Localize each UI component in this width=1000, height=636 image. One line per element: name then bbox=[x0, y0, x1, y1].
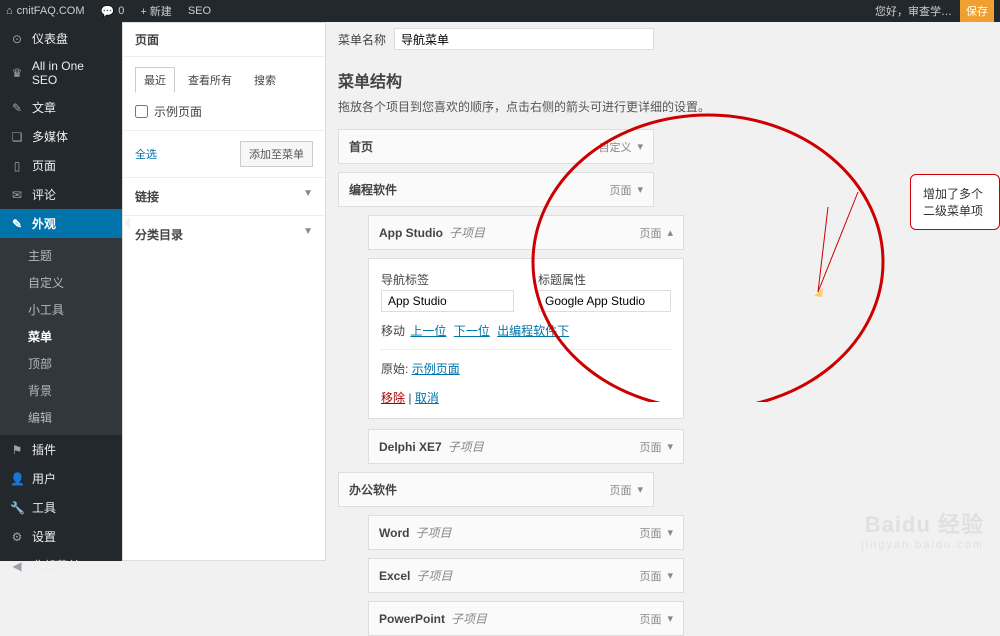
admin-topbar: ⌂cnitFAQ.COM 💬0 + 新建 SEO 您好，审查学… 保存 bbox=[0, 0, 1000, 22]
submenu-widgets[interactable]: 小工具 bbox=[0, 296, 122, 323]
sidebar-aioseo[interactable]: ♛All in One SEO bbox=[0, 53, 122, 93]
menu-item-office[interactable]: 办公软件页面▾ bbox=[338, 472, 654, 507]
sample-page-checkbox[interactable]: 示例页面 bbox=[135, 103, 313, 120]
submenu-customize[interactable]: 自定义 bbox=[0, 269, 122, 296]
tab-recent[interactable]: 最近 bbox=[135, 67, 175, 93]
categories-section[interactable]: 分类目录▼ bbox=[123, 215, 325, 253]
chevron-down-icon: ▾ bbox=[637, 483, 643, 496]
plug-icon: ⚑ bbox=[10, 443, 24, 457]
sidebar-posts[interactable]: ✎文章 bbox=[0, 93, 122, 122]
submenu-menus[interactable]: 菜单 bbox=[0, 323, 122, 350]
sidebar-collapse[interactable]: ◀收起菜单 bbox=[0, 551, 122, 580]
admin-sidebar: ⊙仪表盘 ♛All in One SEO ✎文章 ❏多媒体 ▯页面 ✉评论 ✎外… bbox=[0, 22, 122, 561]
gear-icon: ⚙ bbox=[10, 530, 24, 544]
pages-panel-title: 页面 bbox=[123, 23, 325, 57]
sidebar-plugins[interactable]: ⚑插件 bbox=[0, 435, 122, 464]
submenu-editor[interactable]: 编辑 bbox=[0, 404, 122, 431]
sample-page-input[interactable] bbox=[135, 105, 148, 118]
site-link[interactable]: ⌂cnitFAQ.COM bbox=[6, 5, 85, 17]
select-all-link[interactable]: 全选 bbox=[135, 146, 157, 162]
sidebar-dashboard[interactable]: ⊙仪表盘 bbox=[0, 24, 122, 53]
pages-panel: 页面 最近 查看所有 搜索 示例页面 全选 添加至菜单 链接▼ 分类目录▼ bbox=[122, 22, 326, 561]
chevron-down-icon: ▼ bbox=[303, 226, 313, 243]
sidebar-appearance[interactable]: ✎外观 bbox=[0, 209, 122, 238]
links-section[interactable]: 链接▼ bbox=[123, 177, 325, 215]
sidebar-settings[interactable]: ⚙设置 bbox=[0, 522, 122, 551]
new-link[interactable]: + 新建 bbox=[140, 3, 171, 19]
callout-box: 增加了多个二级菜单项 bbox=[910, 174, 1000, 230]
tab-search[interactable]: 搜索 bbox=[245, 67, 285, 93]
remove-link[interactable]: 移除 bbox=[381, 391, 405, 405]
media-icon: ❏ bbox=[10, 130, 24, 144]
chevron-down-icon: ▾ bbox=[667, 526, 673, 539]
chevron-down-icon: ▾ bbox=[637, 183, 643, 196]
nav-label-input[interactable] bbox=[381, 290, 514, 312]
gauge-icon: ⊙ bbox=[10, 32, 24, 46]
greeting[interactable]: 您好，审查学… bbox=[875, 3, 952, 19]
comment-icon: ✉ bbox=[10, 188, 24, 202]
page-icon: ▯ bbox=[10, 159, 24, 173]
menu-item-powerpoint[interactable]: PowerPoint子项目页面▾ bbox=[368, 601, 684, 636]
tab-viewall[interactable]: 查看所有 bbox=[179, 67, 241, 93]
comments-count[interactable]: 💬0 bbox=[101, 5, 125, 18]
chevron-down-icon: ▾ bbox=[667, 440, 673, 453]
save-button[interactable]: 保存 bbox=[960, 0, 994, 22]
sidebar-media[interactable]: ❏多媒体 bbox=[0, 122, 122, 151]
nav-label-label: 导航标签 bbox=[381, 271, 514, 288]
appearance-submenu: 主题 自定义 小工具 菜单 顶部 背景 编辑 bbox=[0, 238, 122, 435]
sidebar-pages[interactable]: ▯页面 bbox=[0, 151, 122, 180]
chevron-down-icon: ▼ bbox=[303, 188, 313, 205]
menu-item-appstudio[interactable]: App Studio子项目页面▴ bbox=[368, 215, 684, 250]
menu-content: 菜单名称 菜单结构 拖放各个项目到您喜欢的顺序，点击右侧的箭头可进行更详细的设置… bbox=[338, 22, 1000, 561]
sidebar-tools[interactable]: 🔧工具 bbox=[0, 493, 122, 522]
menu-name-input[interactable] bbox=[394, 28, 654, 50]
submenu-themes[interactable]: 主题 bbox=[0, 242, 122, 269]
chevron-down-icon: ▾ bbox=[637, 140, 643, 153]
submenu-header[interactable]: 顶部 bbox=[0, 350, 122, 377]
structure-desc: 拖放各个项目到您喜欢的顺序，点击右侧的箭头可进行更详细的设置。 bbox=[338, 98, 996, 115]
cancel-link[interactable]: 取消 bbox=[415, 391, 439, 405]
sidebar-comments[interactable]: ✉评论 bbox=[0, 180, 122, 209]
menu-name-label: 菜单名称 bbox=[338, 31, 386, 48]
menu-item-delphi[interactable]: Delphi XE7子项目页面▾ bbox=[368, 429, 684, 464]
sidebar-users[interactable]: 👤用户 bbox=[0, 464, 122, 493]
watermark: Baidu 经验 jingyan.baidu.com bbox=[861, 507, 984, 551]
add-to-menu-button[interactable]: 添加至菜单 bbox=[240, 141, 313, 167]
brush-icon: ✎ bbox=[10, 217, 24, 231]
shield-icon: ♛ bbox=[10, 66, 24, 80]
menu-item-excel[interactable]: Excel子项目页面▾ bbox=[368, 558, 684, 593]
chevron-down-icon: ▾ bbox=[667, 569, 673, 582]
menu-item-home[interactable]: 首页自定义▾ bbox=[338, 129, 654, 164]
user-icon: 👤 bbox=[10, 472, 24, 486]
seo-link[interactable]: SEO bbox=[188, 5, 211, 17]
title-attr-input[interactable] bbox=[538, 290, 671, 312]
wrench-icon: 🔧 bbox=[10, 501, 24, 515]
submenu-background[interactable]: 背景 bbox=[0, 377, 122, 404]
move-down-link[interactable]: 下一位 bbox=[454, 324, 490, 338]
original-link[interactable]: 示例页面 bbox=[412, 362, 460, 376]
menu-item-programming[interactable]: 编程软件页面▾ bbox=[338, 172, 654, 207]
pin-icon: ✎ bbox=[10, 101, 24, 115]
chevron-down-icon: ▾ bbox=[667, 612, 673, 625]
menu-item-word[interactable]: Word子项目页面▾ bbox=[368, 515, 684, 550]
move-out-link[interactable]: 出编程软件下 bbox=[497, 324, 569, 338]
structure-title: 菜单结构 bbox=[338, 68, 996, 92]
title-attr-label: 标题属性 bbox=[538, 271, 671, 288]
move-up-link[interactable]: 上一位 bbox=[410, 324, 446, 338]
chevron-up-icon: ▴ bbox=[667, 226, 673, 239]
menu-item-edit-panel: 导航标签 标题属性 移动 上一位 下一位 出编程软件下 原始: 示 bbox=[368, 258, 684, 419]
